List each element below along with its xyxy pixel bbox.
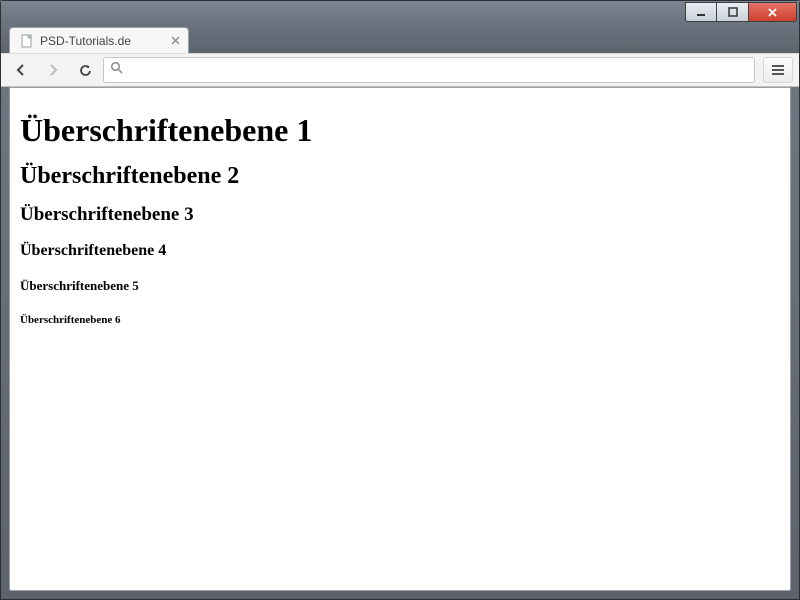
page-favicon-icon xyxy=(20,34,34,48)
heading-1: Überschriftenebene 1 xyxy=(20,112,780,149)
address-bar[interactable] xyxy=(103,57,755,83)
search-icon xyxy=(110,61,123,79)
window-controls xyxy=(685,2,797,22)
minimize-button[interactable] xyxy=(685,2,717,22)
tab-strip: PSD-Tutorials.de xyxy=(1,25,799,53)
heading-3: Überschriftenebene 3 xyxy=(20,204,780,226)
minimize-icon xyxy=(696,7,706,17)
arrow-right-icon xyxy=(45,62,61,78)
maximize-icon xyxy=(728,7,738,17)
menu-button[interactable] xyxy=(763,57,793,83)
page-viewport[interactable]: Überschriftenebene 1 Überschriftenebene … xyxy=(9,87,791,591)
browser-window: PSD-Tutorials.de Überschriften xyxy=(0,0,800,600)
reload-icon xyxy=(78,63,93,78)
heading-5: Überschriftenebene 5 xyxy=(20,278,780,294)
window-titlebar[interactable] xyxy=(1,1,799,25)
viewport-frame: Überschriftenebene 1 Überschriftenebene … xyxy=(1,87,799,599)
browser-toolbar xyxy=(1,53,799,87)
heading-4: Überschriftenebene 4 xyxy=(20,242,780,260)
close-icon xyxy=(767,7,778,18)
back-button[interactable] xyxy=(7,57,35,83)
address-input[interactable] xyxy=(129,63,748,78)
arrow-left-icon xyxy=(13,62,29,78)
page-content: Überschriftenebene 1 Überschriftenebene … xyxy=(10,88,790,366)
heading-6: Überschriftenebene 6 xyxy=(20,314,780,326)
hamburger-icon xyxy=(771,64,785,76)
tab-active[interactable]: PSD-Tutorials.de xyxy=(9,27,189,53)
reload-button[interactable] xyxy=(71,57,99,83)
forward-button[interactable] xyxy=(39,57,67,83)
close-button[interactable] xyxy=(749,2,797,22)
heading-2: Überschriftenebene 2 xyxy=(20,163,780,190)
tab-title: PSD-Tutorials.de xyxy=(40,34,165,48)
tab-close-button[interactable] xyxy=(171,35,180,47)
close-icon xyxy=(171,36,180,45)
maximize-button[interactable] xyxy=(717,2,749,22)
